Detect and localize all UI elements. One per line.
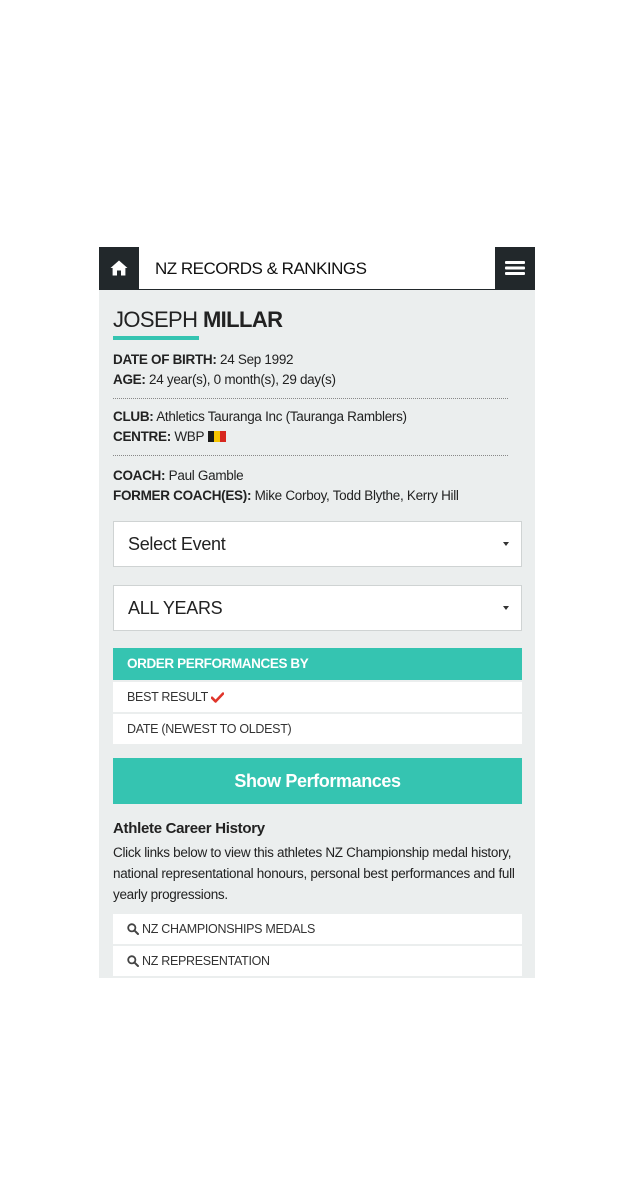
career-links-list: NZ CHAMPIONSHIPS MEDALS NZ REPRESENTATIO…	[113, 914, 522, 978]
age-value: 24 year(s), 0 month(s), 29 day(s)	[145, 372, 336, 387]
centre-flag-icon	[208, 431, 227, 442]
year-select[interactable]: ALL YEARS	[113, 585, 522, 631]
former-coach-row: FORMER COACH(ES): Mike Corboy, Todd Blyt…	[113, 486, 522, 506]
former-coach-value: Mike Corboy, Todd Blythe, Kerry Hill	[251, 488, 459, 503]
site-title[interactable]: NZ RECORDS & RANKINGS	[155, 247, 367, 289]
hamburger-menu-icon	[505, 261, 525, 275]
event-select-value: Select Event	[128, 534, 226, 554]
checkmark-icon	[210, 692, 224, 703]
career-history-description: Click links below to view this athletes …	[113, 845, 515, 902]
athlete-name: JOSEPH MILLAR	[113, 307, 522, 333]
coach-row: COACH: Paul Gamble	[113, 466, 522, 486]
age-row: AGE: 24 year(s), 0 month(s), 29 day(s)	[113, 370, 522, 390]
dob-label: DATE OF BIRTH:	[113, 352, 217, 367]
event-select[interactable]: Select Event	[113, 521, 522, 567]
name-underline	[113, 336, 199, 340]
search-icon	[127, 923, 139, 935]
link-label: NZ CHAMPIONSHIPS MEDALS	[142, 922, 315, 936]
main-content: JOSEPH MILLAR DATE OF BIRTH: 24 Sep 1992…	[113, 289, 522, 978]
club-row: CLUB: Athletics Tauranga Inc (Tauranga R…	[113, 407, 522, 427]
nz-championships-medals-link[interactable]: NZ CHAMPIONSHIPS MEDALS	[113, 914, 522, 944]
divider	[113, 398, 508, 399]
dob-value: 24 Sep 1992	[216, 352, 294, 367]
coach-label: COACH:	[113, 468, 166, 483]
year-select-value: ALL YEARS	[128, 598, 223, 618]
former-coach-label: FORMER COACH(ES):	[113, 488, 252, 503]
search-icon	[127, 955, 139, 967]
club-label: CLUB:	[113, 409, 154, 424]
link-label: NZ REPRESENTATION	[142, 954, 270, 968]
chevron-down-icon	[503, 606, 509, 610]
order-option-date[interactable]: DATE (NEWEST TO OLDEST)	[113, 714, 522, 744]
order-option-best-result[interactable]: BEST RESULT	[113, 682, 522, 712]
centre-label: CENTRE:	[113, 429, 171, 444]
order-option-label: BEST RESULT	[127, 690, 208, 704]
athlete-first-name: JOSEPH	[113, 307, 198, 332]
dob-row: DATE OF BIRTH: 24 Sep 1992	[113, 350, 522, 370]
show-performances-button[interactable]: Show Performances	[113, 758, 522, 804]
divider	[113, 455, 508, 456]
coach-info: COACH: Paul Gamble FORMER COACH(ES): Mik…	[113, 466, 522, 506]
career-history-title: Athlete Career History	[113, 820, 265, 837]
top-navigation-bar: NZ RECORDS & RANKINGS	[99, 247, 535, 290]
coach-value: Paul Gamble	[165, 468, 244, 483]
home-icon	[110, 260, 128, 276]
home-button[interactable]	[99, 247, 139, 289]
birth-info: DATE OF BIRTH: 24 Sep 1992 AGE: 24 year(…	[113, 350, 522, 390]
page-frame: NZ RECORDS & RANKINGS JOSEPH MILLAR DATE…	[99, 247, 535, 978]
menu-button[interactable]	[495, 247, 535, 289]
club-value: Athletics Tauranga Inc (Tauranga Rambler…	[153, 409, 407, 424]
centre-value: WBP	[170, 429, 205, 444]
order-option-label: DATE (NEWEST TO OLDEST)	[127, 722, 292, 736]
athlete-last-name: MILLAR	[202, 307, 283, 332]
centre-row: CENTRE: WBP	[113, 427, 522, 447]
order-performances-header: ORDER PERFORMANCES BY	[113, 648, 522, 680]
nz-representation-link[interactable]: NZ REPRESENTATION	[113, 946, 522, 976]
age-label: AGE:	[113, 372, 146, 387]
chevron-down-icon	[503, 542, 509, 546]
club-info: CLUB: Athletics Tauranga Inc (Tauranga R…	[113, 407, 522, 447]
